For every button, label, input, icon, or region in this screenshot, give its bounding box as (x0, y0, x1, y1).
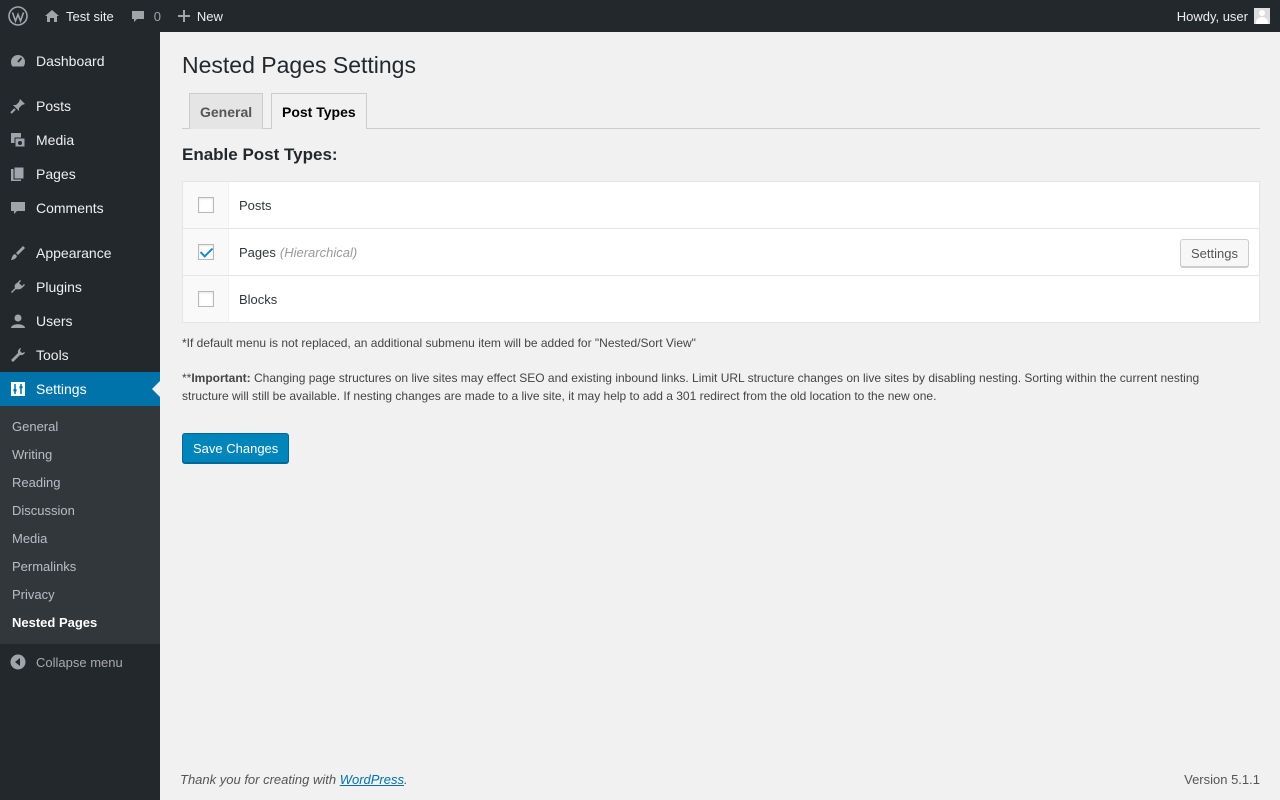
submenu-item-permalinks[interactable]: Permalinks (12, 559, 76, 574)
sidebar-item-dashboard[interactable]: Dashboard (0, 44, 160, 78)
submenu-item-discussion[interactable]: Discussion (12, 503, 75, 518)
site-name-link[interactable]: Test site (36, 0, 122, 32)
site-name: Test site (66, 8, 114, 24)
comments-count: 0 (153, 8, 161, 24)
settings-submenu: General Writing Reading Discussion Media… (0, 406, 160, 644)
sidebar-item-label: Plugins (36, 279, 82, 295)
plus-icon (177, 9, 191, 23)
wordpress-link[interactable]: WordPress (340, 772, 404, 787)
important-prefix: ** (182, 371, 192, 385)
howdy-text: Howdy, user (1176, 8, 1248, 24)
comment-icon (130, 8, 146, 24)
checkbox-cell (183, 276, 229, 322)
save-changes-button[interactable]: Save Changes (182, 433, 290, 463)
footer-version: Version 5.1.1 (1184, 772, 1260, 787)
important-label: Important: (191, 371, 251, 385)
checkbox-cell (183, 182, 229, 228)
sidebar-item-media[interactable]: Media (0, 123, 160, 157)
footer-thanks-prefix: Thank you for creating with (180, 772, 340, 787)
sidebar-item-label: Settings (36, 381, 87, 397)
tab-general[interactable]: General (189, 93, 264, 129)
submenu-item-nested-pages[interactable]: Nested Pages (12, 615, 97, 630)
sidebar-item-pages[interactable]: Pages (0, 157, 160, 191)
sidebar-item-label: Comments (36, 200, 104, 216)
pages-settings-button[interactable]: Settings (1180, 239, 1249, 267)
post-type-row-pages: Pages (Hierarchical) Settings (183, 228, 1259, 275)
sidebar-item-label: Media (36, 132, 75, 148)
important-text: Changing page structures on live sites m… (182, 371, 1200, 403)
pages-checkbox[interactable] (197, 244, 214, 260)
post-type-label: Posts (239, 197, 272, 213)
comments-link[interactable]: 0 (122, 0, 169, 32)
admin-bar: Test site 0 New Howdy, user (0, 0, 1280, 32)
pages-icon (0, 165, 36, 183)
pushpin-icon (0, 97, 36, 115)
plugin-icon (0, 278, 36, 296)
admin-sidebar: Dashboard Posts Media Pages Comments App… (0, 32, 160, 800)
sidebar-item-label: Users (36, 313, 73, 329)
avatar (1254, 8, 1270, 24)
submenu-item-privacy[interactable]: Privacy (12, 587, 55, 602)
collapse-menu-label: Collapse menu (36, 654, 123, 670)
media-icon (0, 131, 36, 149)
important-note: **Important: Changing page structures on… (182, 369, 1222, 405)
post-types-table: Posts Pages (Hierarchical) Settings Bloc… (182, 181, 1260, 323)
user-icon (0, 312, 36, 330)
sidebar-item-settings[interactable]: Settings (0, 372, 160, 406)
sidebar-item-label: Pages (36, 166, 76, 182)
collapse-menu-button[interactable]: Collapse menu (0, 647, 160, 677)
comment-icon (0, 199, 36, 217)
new-content-link[interactable]: New (169, 0, 231, 32)
post-type-label: Blocks (239, 291, 278, 307)
hierarchical-note: (Hierarchical) (279, 244, 358, 260)
posts-checkbox[interactable] (197, 197, 214, 213)
post-type-row-posts: Posts (183, 182, 1259, 228)
checkbox-cell (183, 229, 229, 275)
footer-thanks: Thank you for creating with WordPress. (180, 772, 408, 787)
submenu-item-reading[interactable]: Reading (12, 475, 60, 490)
blocks-checkbox[interactable] (197, 291, 214, 307)
home-icon (44, 8, 60, 24)
default-menu-note: *If default menu is not replaced, an add… (182, 336, 696, 350)
submenu-item-media[interactable]: Media (12, 531, 47, 546)
submenu-item-general[interactable]: General (12, 419, 58, 434)
section-heading: Enable Post Types: (182, 145, 338, 164)
page-title: Nested Pages Settings (182, 52, 416, 78)
sidebar-item-label: Tools (36, 347, 69, 363)
settings-icon (0, 380, 36, 398)
sidebar-item-appearance[interactable]: Appearance (0, 236, 160, 270)
sidebar-item-plugins[interactable]: Plugins (0, 270, 160, 304)
tab-post-types[interactable]: Post Types (271, 93, 367, 129)
wrench-icon (0, 346, 36, 364)
sidebar-item-comments[interactable]: Comments (0, 191, 160, 225)
new-label: New (196, 8, 223, 24)
footer-thanks-suffix: . (404, 772, 408, 787)
sidebar-item-label: Posts (36, 98, 72, 114)
collapse-arrow-icon (0, 654, 36, 670)
sidebar-item-posts[interactable]: Posts (0, 89, 160, 123)
post-type-label: Pages (239, 244, 276, 260)
dashboard-icon (0, 52, 36, 70)
sidebar-item-label: Dashboard (36, 53, 105, 69)
sidebar-item-users[interactable]: Users (0, 304, 160, 338)
post-type-row-blocks: Blocks (183, 275, 1259, 322)
submenu-item-writing[interactable]: Writing (12, 447, 52, 462)
sidebar-item-label: Appearance (36, 245, 112, 261)
wordpress-logo-icon[interactable] (0, 0, 36, 32)
my-account-link[interactable]: Howdy, user (1169, 0, 1280, 32)
paintbrush-icon (0, 244, 36, 262)
sidebar-item-tools[interactable]: Tools (0, 338, 160, 372)
